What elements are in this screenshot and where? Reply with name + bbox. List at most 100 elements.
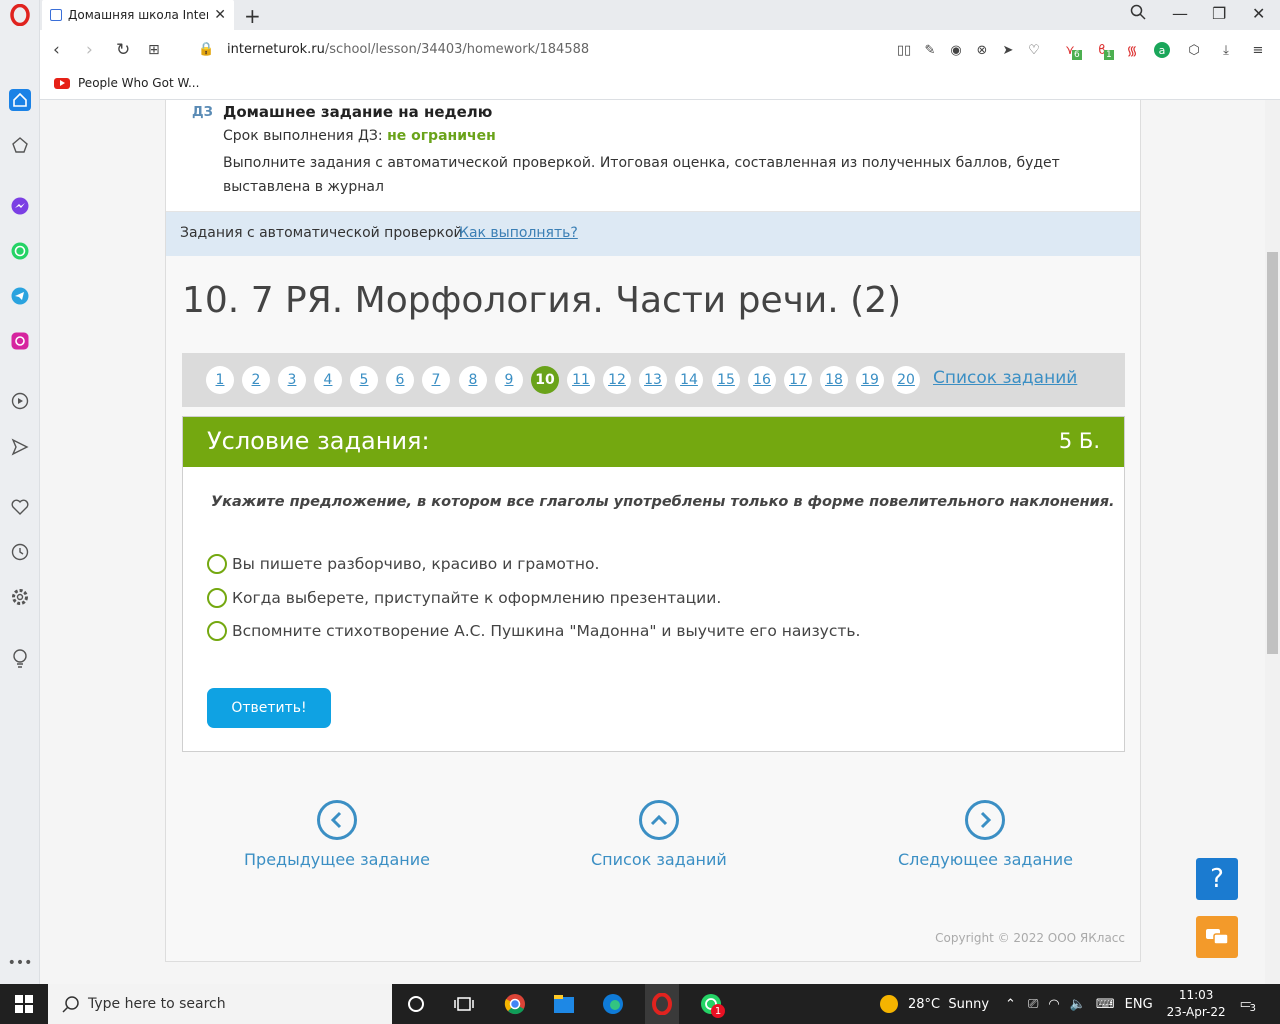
lightbulb-icon[interactable] bbox=[9, 648, 31, 670]
forward-icon[interactable]: › bbox=[86, 40, 93, 60]
next-task-button[interactable]: Следующее задание bbox=[898, 800, 1073, 869]
answer-option-1[interactable]: Вы пишете разборчиво, красиво и грамотно… bbox=[207, 554, 599, 574]
browser-tab[interactable]: Домашняя школа InternetUrok ✕ bbox=[42, 0, 234, 30]
back-icon[interactable]: ‹ bbox=[53, 40, 60, 60]
speed-dial-icon[interactable] bbox=[9, 134, 31, 156]
bookmarks-bar: People Who Got W... bbox=[40, 70, 1280, 100]
bookmark-heart-icon[interactable]: ♡ bbox=[1026, 42, 1042, 58]
task-number-17[interactable]: 17 bbox=[784, 366, 812, 394]
task-number-1[interactable]: 1 bbox=[206, 366, 234, 394]
answer-option-3[interactable]: Вспомните стихотворение А.С. Пушкина "Ма… bbox=[207, 621, 860, 641]
task-number-7[interactable]: 7 bbox=[422, 366, 450, 394]
edit-icon[interactable]: ✎ bbox=[922, 42, 938, 58]
reader-icon[interactable]: ▯▯ bbox=[896, 42, 912, 58]
search-tabs-icon[interactable] bbox=[1130, 4, 1146, 24]
task-list-button[interactable]: Список заданий bbox=[591, 800, 727, 869]
task-number-15[interactable]: 15 bbox=[712, 366, 740, 394]
task-number-18[interactable]: 18 bbox=[820, 366, 848, 394]
close-tab-icon[interactable]: ✕ bbox=[214, 7, 226, 23]
notifications-icon[interactable]: ▭ 3 bbox=[1240, 997, 1256, 1014]
task-number-11[interactable]: 11 bbox=[567, 366, 595, 394]
radio-button[interactable] bbox=[207, 588, 227, 608]
answer-option-2[interactable]: Когда выберете, приступайте к оформлению… bbox=[207, 588, 721, 608]
download-icon[interactable]: ⤓ bbox=[1218, 42, 1234, 58]
network-icon[interactable]: ◠ bbox=[1048, 997, 1059, 1012]
camera-icon[interactable]: ◉ bbox=[948, 42, 964, 58]
task-number-20[interactable]: 20 bbox=[892, 366, 920, 394]
task-number-6[interactable]: 6 bbox=[386, 366, 414, 394]
task-number-12[interactable]: 12 bbox=[603, 366, 631, 394]
extension-1-icon[interactable]: ⋎ 6 bbox=[1062, 42, 1082, 60]
history-icon[interactable] bbox=[9, 541, 31, 563]
telegram-icon[interactable] bbox=[9, 285, 31, 307]
block-icon[interactable]: ⊗ bbox=[974, 42, 990, 58]
instagram-icon[interactable] bbox=[9, 330, 31, 352]
tab-title: Домашняя школа InternetUrok bbox=[68, 8, 208, 22]
condition-title: Условие задания: bbox=[207, 427, 430, 455]
windows-start-icon[interactable] bbox=[12, 992, 36, 1016]
deadline-prefix: Срок выполнения ДЗ: bbox=[223, 128, 388, 144]
language-indicator[interactable]: ENG bbox=[1125, 997, 1153, 1012]
send-icon[interactable] bbox=[9, 436, 31, 458]
opera-logo-icon[interactable] bbox=[9, 4, 31, 26]
share-icon[interactable]: ➤ bbox=[1000, 42, 1016, 58]
restore-icon[interactable]: ❐ bbox=[1212, 4, 1226, 23]
task-number-3[interactable]: 3 bbox=[278, 366, 306, 394]
heart-icon[interactable] bbox=[9, 496, 31, 518]
extension-2-icon[interactable]: ϐ1 bbox=[1094, 42, 1114, 60]
keyboard-icon[interactable]: ⌨ bbox=[1096, 997, 1115, 1012]
radio-button[interactable] bbox=[207, 621, 227, 641]
bookmark-item[interactable]: People Who Got W... bbox=[54, 76, 199, 90]
cortana-icon[interactable] bbox=[404, 992, 428, 1016]
player-icon[interactable] bbox=[9, 390, 31, 412]
weather-sun-icon[interactable] bbox=[880, 995, 898, 1013]
file-explorer-icon[interactable] bbox=[552, 992, 576, 1016]
meet-now-icon[interactable]: ⎚ bbox=[1028, 997, 1038, 1012]
settings-gear-icon[interactable] bbox=[9, 586, 31, 608]
previous-task-button[interactable]: Предыдущее задание bbox=[244, 800, 430, 869]
task-list-link[interactable]: Список заданий bbox=[933, 368, 1077, 388]
task-number-13[interactable]: 13 bbox=[639, 366, 667, 394]
url-field[interactable]: interneturok.ru/school/lesson/34403/home… bbox=[227, 42, 589, 57]
translate-extension-icon[interactable]: a bbox=[1154, 42, 1170, 58]
messenger-icon[interactable] bbox=[9, 195, 31, 217]
home-icon[interactable] bbox=[9, 89, 31, 111]
reload-icon[interactable]: ↻ bbox=[116, 40, 130, 60]
task-number-14[interactable]: 14 bbox=[675, 366, 703, 394]
whatsapp-taskbar-icon[interactable]: 1 bbox=[699, 992, 725, 1018]
task-number-16[interactable]: 16 bbox=[748, 366, 776, 394]
task-number-10-active[interactable]: 10 bbox=[531, 366, 559, 394]
task-number-19[interactable]: 19 bbox=[856, 366, 884, 394]
task-number-8[interactable]: 8 bbox=[459, 366, 487, 394]
more-dots-icon[interactable]: ••• bbox=[8, 952, 33, 974]
wifi-extension-icon[interactable]: ᯾ bbox=[1124, 42, 1140, 59]
opera-taskbar-icon[interactable] bbox=[645, 984, 679, 1024]
whatsapp-icon[interactable] bbox=[9, 240, 31, 262]
task-number-9[interactable]: 9 bbox=[495, 366, 523, 394]
cube-icon[interactable]: ⬡ bbox=[1186, 42, 1202, 58]
help-button[interactable]: ? bbox=[1196, 858, 1238, 900]
chat-button[interactable] bbox=[1196, 916, 1238, 958]
minimize-icon[interactable]: — bbox=[1172, 4, 1188, 23]
submit-answer-button[interactable]: Ответить! bbox=[207, 688, 331, 728]
scrollbar-thumb[interactable] bbox=[1267, 252, 1278, 654]
task-number-5[interactable]: 5 bbox=[350, 366, 378, 394]
chrome-icon[interactable] bbox=[503, 992, 527, 1016]
clock[interactable]: 11:03 23-Apr-22 bbox=[1167, 987, 1226, 1021]
tabs-grid-icon[interactable]: ⊞ bbox=[148, 42, 160, 58]
extension-1-badge: 6 bbox=[1072, 50, 1082, 60]
taskbar-search-field[interactable]: Type here to search bbox=[48, 984, 392, 1024]
chat-bubbles-icon bbox=[1206, 929, 1229, 945]
weather-text[interactable]: 28°C Sunny bbox=[908, 997, 989, 1012]
new-tab-icon[interactable]: + bbox=[244, 4, 261, 28]
menu-icon[interactable]: ≡ bbox=[1250, 42, 1266, 58]
radio-button[interactable] bbox=[207, 554, 227, 574]
task-number-4[interactable]: 4 bbox=[314, 366, 342, 394]
close-window-icon[interactable]: ✕ bbox=[1252, 4, 1265, 23]
task-number-2[interactable]: 2 bbox=[242, 366, 270, 394]
edge-icon[interactable] bbox=[601, 992, 625, 1016]
volume-icon[interactable]: 🔈 bbox=[1070, 997, 1086, 1012]
task-view-icon[interactable] bbox=[452, 992, 476, 1016]
how-to-link[interactable]: Как выполнять? bbox=[459, 225, 578, 241]
tray-chevron-up-icon[interactable]: ⌃ bbox=[1005, 997, 1016, 1012]
